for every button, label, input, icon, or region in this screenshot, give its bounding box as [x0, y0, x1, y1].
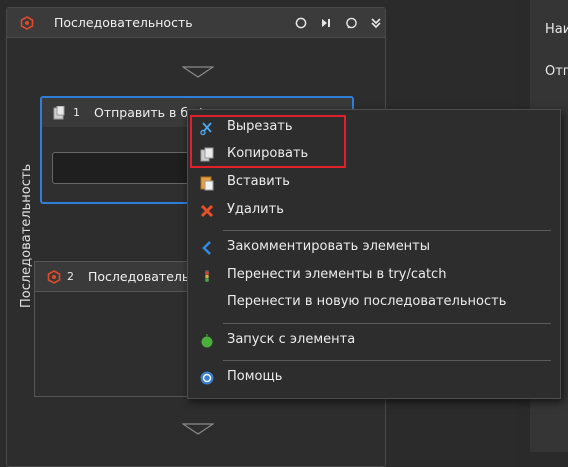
menu-item-label: Помощь — [227, 369, 283, 384]
drop-zone-arrow[interactable] — [182, 66, 214, 78]
main-sequence-title: Последовательность — [54, 15, 193, 30]
menu-item-label: Вставить — [227, 174, 290, 189]
comment-out-icon — [199, 240, 215, 256]
menu-item-label: Копировать — [227, 146, 309, 161]
menu-item-move-to-sequence[interactable]: Перенести в новую последовательность — [188, 290, 560, 316]
menu-item-label: Закомментировать элементы — [227, 239, 431, 254]
menu-item-help[interactable]: Помощь — [188, 365, 560, 391]
menu-item-copy[interactable]: Копировать — [188, 142, 560, 168]
menu-item-label: Перенести в новую последовательность — [227, 294, 507, 309]
menu-separator — [223, 360, 551, 361]
property-label: Наи — [545, 22, 568, 37]
menu-item-label: Удалить — [227, 202, 284, 217]
copy-icon — [199, 147, 215, 163]
menu-item-paste[interactable]: Вставить — [188, 170, 560, 196]
menu-item-label: Вырезать — [227, 119, 293, 134]
try-catch-icon — [199, 268, 215, 284]
menu-separator — [223, 230, 551, 231]
drop-zone-arrow[interactable] — [182, 423, 214, 435]
menu-item-label: Запуск с элемента — [227, 332, 356, 347]
menu-item-comment-out[interactable]: Закомментировать элементы — [188, 235, 560, 261]
menu-item-delete[interactable]: Удалить — [188, 198, 560, 224]
menu-item-try-catch[interactable]: Перенести элементы в try/catch — [188, 263, 560, 289]
scissors-icon — [199, 120, 215, 136]
run-from-icon — [199, 333, 215, 349]
activity-number: 2 — [67, 270, 74, 283]
sequence-vertical-label: Последовательность — [19, 163, 34, 308]
help-icon — [199, 370, 215, 386]
comment-icon[interactable] — [344, 16, 358, 30]
step-icon[interactable] — [319, 16, 333, 30]
menu-item-cut[interactable]: Вырезать — [188, 115, 560, 141]
menu-item-label: Перенести элементы в try/catch — [227, 267, 447, 282]
sequence-icon — [47, 269, 61, 284]
sequence-icon — [20, 15, 34, 30]
delete-icon — [199, 203, 215, 219]
collapse-icon[interactable] — [369, 16, 383, 30]
menu-separator — [223, 323, 551, 324]
context-menu: Вырезать Копировать Вставить Удалить Зак… — [187, 109, 561, 399]
clipboard-icon — [52, 105, 66, 120]
circle-icon[interactable] — [294, 16, 308, 30]
menu-item-run-from[interactable]: Запуск с элемента — [188, 328, 560, 354]
property-label: Отп — [545, 64, 568, 79]
activity-number: 1 — [73, 106, 80, 119]
paste-icon — [199, 175, 215, 191]
main-sequence-header: Последовательность — [7, 8, 385, 38]
